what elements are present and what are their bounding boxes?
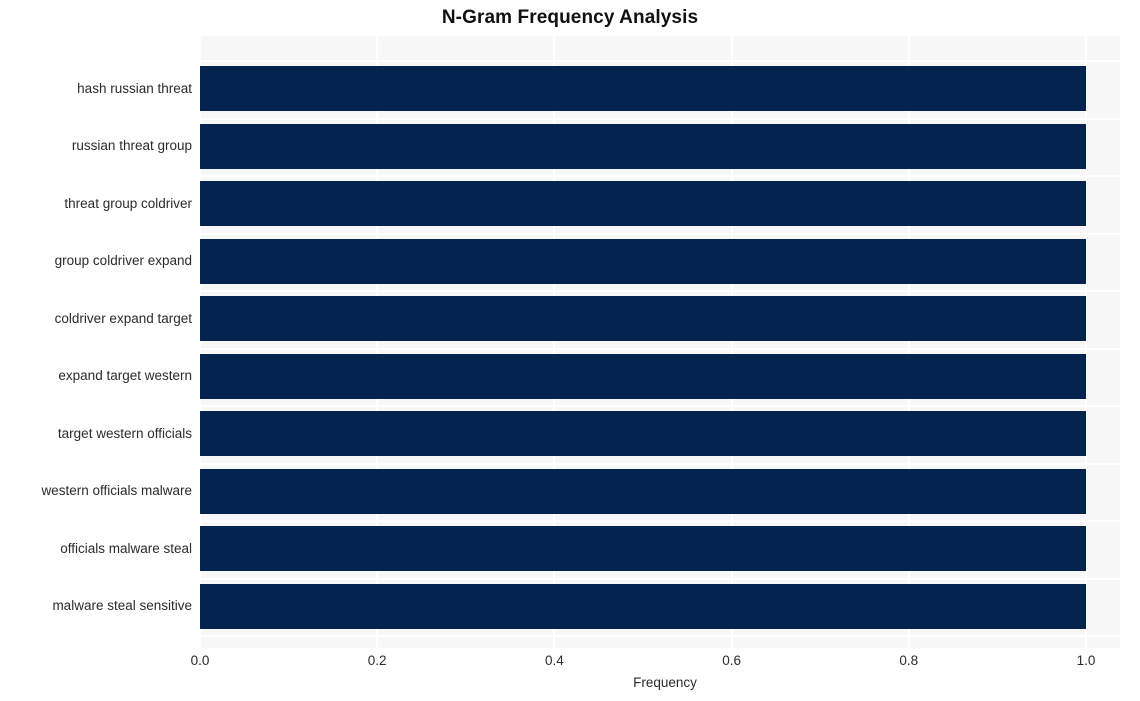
gridline-horizontal xyxy=(200,462,1120,465)
y-axis-tick-label: expand target western xyxy=(58,368,192,383)
y-axis-tick-label: hash russian threat xyxy=(77,80,192,96)
bar xyxy=(200,181,1086,226)
gridline-horizontal xyxy=(200,290,1120,292)
chart-figure: N-Gram Frequency Analysis hash russian t… xyxy=(0,0,1140,701)
x-axis-tick-labels: 0.0 0.2 0.4 0.6 0.8 1.0 xyxy=(0,653,1140,673)
bar xyxy=(200,468,1086,514)
bar xyxy=(200,296,1086,341)
bar xyxy=(200,411,1086,456)
gridline-horizontal xyxy=(200,635,1120,637)
bar xyxy=(200,66,1086,111)
y-axis-tick-labels: hash russian threat russian threat group t… xyxy=(0,36,192,648)
y-axis-tick-label: russian threat group xyxy=(71,138,192,153)
y-axis-tick-label: malware steal sensitive xyxy=(52,598,192,613)
gridline-horizontal xyxy=(200,347,1120,350)
gridline-horizontal xyxy=(200,520,1120,522)
x-axis-tick-label: 0.0 xyxy=(190,653,210,668)
bar xyxy=(200,526,1086,571)
x-axis-tick-label: 1.0 xyxy=(1076,653,1096,668)
y-axis-tick-label: threat group coldriver xyxy=(64,195,192,211)
bar xyxy=(200,238,1086,284)
y-axis-tick-label: target western officials xyxy=(57,425,192,441)
plot-area xyxy=(200,36,1120,648)
x-axis-tick-label: 0.4 xyxy=(545,653,564,668)
x-axis-tick-label: 0.6 xyxy=(722,653,741,668)
x-axis-tick-label: 0.8 xyxy=(899,653,919,668)
y-axis-tick-label: officials malware steal xyxy=(60,540,192,556)
bar xyxy=(200,583,1086,629)
gridline-horizontal xyxy=(200,405,1120,407)
gridline-horizontal xyxy=(200,60,1120,62)
gridline-horizontal xyxy=(200,232,1120,235)
x-axis-tick-label: 0.2 xyxy=(367,653,387,668)
gridline-horizontal xyxy=(200,117,1120,120)
y-axis-tick-label: western officials malware xyxy=(41,483,192,498)
y-axis-tick-label: coldriver expand target xyxy=(54,310,192,326)
y-axis-tick-label: group coldriver expand xyxy=(54,253,192,268)
page-title: N-Gram Frequency Analysis xyxy=(441,7,699,28)
bar xyxy=(200,353,1086,399)
bar xyxy=(200,123,1086,169)
gridline-horizontal xyxy=(200,175,1120,177)
gridline-horizontal xyxy=(200,577,1120,580)
x-axis-title: Frequency xyxy=(633,675,697,690)
